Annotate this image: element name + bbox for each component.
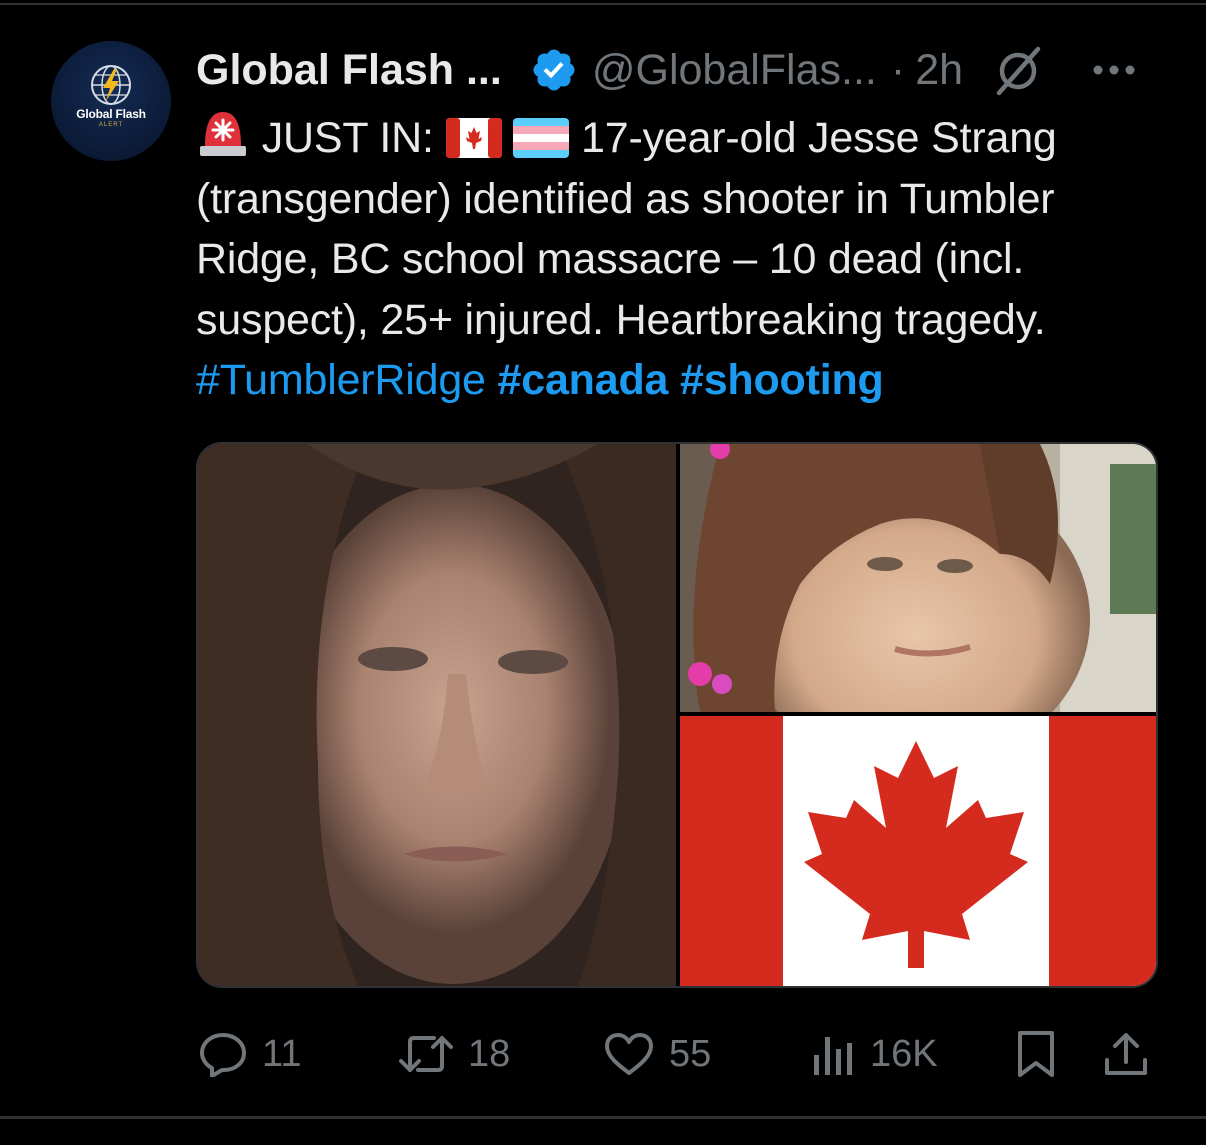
tweet-line-4: suspect), 25+ injured. Heartbreaking tra… — [196, 295, 1046, 344]
bookmark-icon — [1018, 1031, 1054, 1077]
bottom-divider — [0, 1116, 1206, 1119]
tweet-header: Global Flash ... @GlobalFlas... · 2h — [196, 42, 1176, 98]
repost-icon — [399, 1036, 453, 1072]
media-grid — [196, 442, 1158, 988]
hashtag-tumblerridge[interactable]: #TumblerRidge — [196, 356, 486, 404]
reply-icon — [200, 1033, 246, 1077]
views-button[interactable]: 16K — [810, 1024, 938, 1084]
tweet-line-2: (transgender) identified as shooter in T… — [196, 174, 1055, 223]
reply-button[interactable]: 11 — [198, 1024, 301, 1084]
like-button[interactable]: 55 — [603, 1024, 711, 1084]
hashtag-shooting[interactable]: #shooting — [680, 356, 884, 404]
rotating-light-emoji — [200, 112, 246, 156]
share-icon — [1105, 1033, 1147, 1075]
author-avatar[interactable]: Global Flash ALERT — [51, 41, 171, 161]
tweet-line-1: JUST IN: 17-year-old Jesse Strang — [196, 106, 1166, 169]
media-photo-portrait-left[interactable] — [198, 444, 676, 986]
avatar-logo-sub: ALERT — [98, 122, 124, 128]
top-divider — [0, 3, 1206, 5]
globe-logo-icon — [91, 65, 131, 105]
more-options-icon[interactable] — [1091, 60, 1137, 80]
views-icon — [814, 1037, 852, 1075]
repost-count: 18 — [468, 1032, 511, 1075]
tweet-just-in: JUST IN: — [261, 114, 446, 162]
media-photo-portrait-right[interactable] — [680, 444, 1156, 712]
author-handle[interactable]: @GlobalFlas... — [592, 46, 877, 95]
hashtag-canada[interactable]: #canada — [498, 356, 669, 404]
views-count: 16K — [870, 1032, 938, 1075]
heart-icon — [605, 1033, 653, 1075]
grok-icon[interactable] — [991, 43, 1045, 97]
header-separator: · — [890, 45, 906, 94]
tweet-timestamp[interactable]: 2h — [915, 46, 963, 95]
reply-count: 11 — [262, 1032, 302, 1075]
media-photo-canada-flag[interactable] — [680, 716, 1156, 986]
like-count: 55 — [669, 1032, 712, 1075]
canada-flag-emoji — [445, 118, 502, 158]
author-display-name[interactable]: Global Flash ... — [196, 46, 502, 95]
tweet-line-1-rest: 17-year-old Jesse Strang — [581, 114, 1057, 162]
tweet-text: JUST IN: 17-year-old Jesse Strang (trans… — [196, 106, 1166, 411]
repost-button[interactable]: 18 — [398, 1024, 510, 1084]
tweet-hashtags: #TumblerRidge #canada #shooting — [196, 350, 1166, 411]
tweet-line-3: Ridge, BC school massacre – 10 dead (inc… — [196, 235, 1025, 283]
share-button[interactable] — [1102, 1024, 1164, 1084]
bookmark-button[interactable] — [1014, 1024, 1072, 1084]
transgender-flag-emoji — [513, 118, 570, 158]
avatar-logo-name: Global Flash — [76, 107, 146, 121]
verified-badge-icon — [533, 49, 575, 91]
tweet-actions-bar: 11 18 55 16K — [0, 1024, 1206, 1084]
